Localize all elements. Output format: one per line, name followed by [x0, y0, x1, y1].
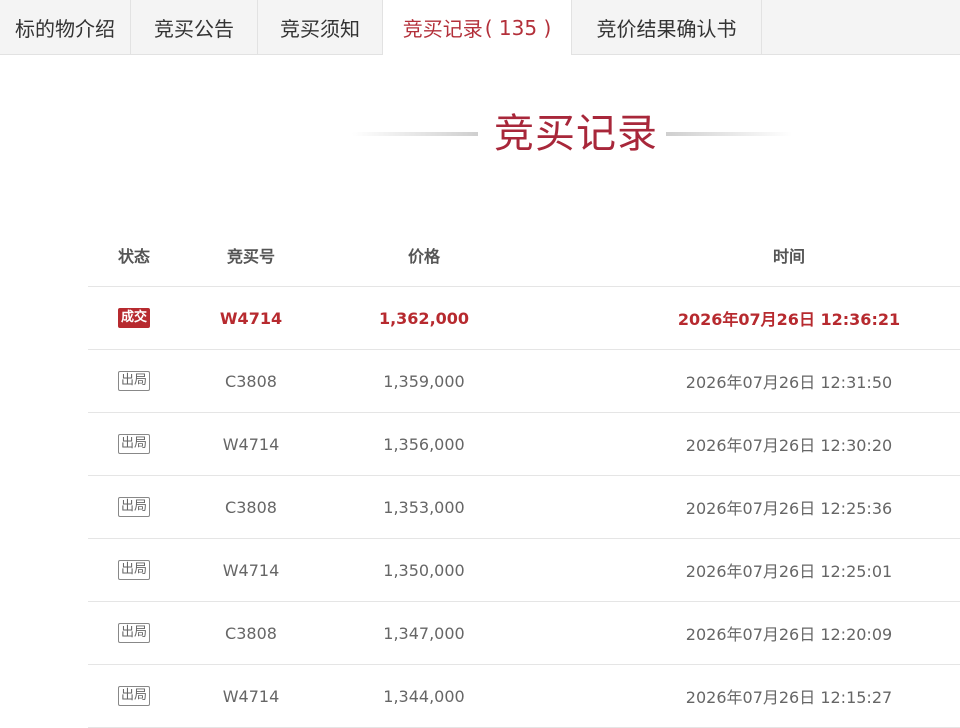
status-cell: 出局	[88, 665, 180, 727]
status-badge: 成交	[117, 308, 150, 328]
price-cell: 1,353,000	[383, 497, 465, 517]
time-cell: 2026年07月26日 12:31:50	[685, 373, 893, 392]
time-cell: 2026年07月26日 12:15:27	[685, 688, 893, 707]
bid-records-table: 状态 竞买号 价格 时间 成交 W4714 1,362,000 2026年07月…	[88, 224, 960, 728]
status-cell: 出局	[88, 413, 180, 475]
table-row: 成交 W4714 1,362,000 2026年07月26日 12:36:21	[88, 287, 960, 350]
price-cell: 1,350,000	[383, 560, 465, 580]
header-bid-number: 竞买号	[226, 247, 275, 266]
tab-notice[interactable]: 竞买须知	[258, 0, 383, 54]
status-cell: 出局	[88, 476, 180, 538]
table-row: 出局 W4714 1,344,000 2026年07月26日 12:15:27	[88, 665, 960, 728]
price-cell: 1,356,000	[383, 434, 465, 454]
tab-bar: 标的物介绍 竞买公告 竞买须知 竞买记录 ( 135 ) 竞价结果确认书	[0, 0, 960, 55]
title-divider-left	[352, 132, 478, 136]
price-cell: 1,344,000	[383, 686, 465, 706]
tab-item-intro[interactable]: 标的物介绍	[0, 0, 131, 54]
bid-number-cell: W4714	[222, 434, 280, 454]
header-time: 时间	[772, 247, 805, 266]
title-divider-right	[666, 132, 792, 136]
status-badge: 出局	[117, 371, 150, 391]
table-row: 出局 C3808 1,353,000 2026年07月26日 12:25:36	[88, 476, 960, 539]
table-row: 出局 W4714 1,350,000 2026年07月26日 12:25:01	[88, 539, 960, 602]
status-cell: 出局	[88, 539, 180, 601]
status-cell: 出局	[88, 602, 180, 664]
bid-number-cell: C3808	[225, 497, 277, 517]
section-title-text: 竞买记录	[494, 111, 658, 157]
status-badge: 出局	[117, 434, 150, 454]
price-cell: 1,347,000	[383, 623, 465, 643]
status-badge: 出局	[117, 623, 150, 643]
table-header: 状态 竞买号 价格 时间	[88, 224, 960, 287]
tab-announcement[interactable]: 竞买公告	[131, 0, 258, 54]
time-cell: 2026年07月26日 12:25:01	[685, 562, 893, 581]
bid-number-cell: W4714	[219, 308, 283, 328]
tab-label: 标的物介绍	[15, 16, 115, 41]
status-cell: 成交	[88, 287, 180, 349]
bid-number-cell: W4714	[222, 686, 280, 706]
tab-count: ( 135 )	[484, 15, 552, 40]
price-cell: 1,359,000	[383, 371, 465, 391]
tab-result-confirmation[interactable]: 竞价结果确认书	[572, 0, 762, 54]
tab-label: 竞价结果确认书	[596, 16, 737, 41]
bid-number-cell: C3808	[225, 371, 277, 391]
section-title: 竞买记录	[0, 108, 960, 164]
header-status: 状态	[117, 247, 150, 266]
time-cell: 2026年07月26日 12:25:36	[685, 499, 893, 518]
bid-number-cell: W4714	[222, 560, 280, 580]
header-price: 价格	[407, 247, 440, 266]
tab-bid-records[interactable]: 竞买记录 ( 135 )	[383, 0, 572, 55]
bid-number-cell: C3808	[225, 623, 277, 643]
table-row: 出局 W4714 1,356,000 2026年07月26日 12:30:20	[88, 413, 960, 476]
status-cell: 出局	[88, 350, 180, 412]
status-badge: 出局	[117, 497, 150, 517]
tab-label: 竞买记录	[402, 17, 483, 41]
time-cell: 2026年07月26日 12:20:09	[685, 625, 893, 644]
status-badge: 出局	[117, 686, 150, 706]
table-row: 出局 C3808 1,359,000 2026年07月26日 12:31:50	[88, 350, 960, 413]
time-cell: 2026年07月26日 12:30:20	[685, 436, 893, 455]
table-row: 出局 C3808 1,347,000 2026年07月26日 12:20:09	[88, 602, 960, 665]
status-badge: 出局	[117, 560, 150, 580]
time-cell: 2026年07月26日 12:36:21	[677, 310, 901, 329]
tab-label: 竞买须知	[280, 16, 360, 41]
price-cell: 1,362,000	[378, 308, 470, 328]
tab-label: 竞买公告	[154, 16, 234, 41]
